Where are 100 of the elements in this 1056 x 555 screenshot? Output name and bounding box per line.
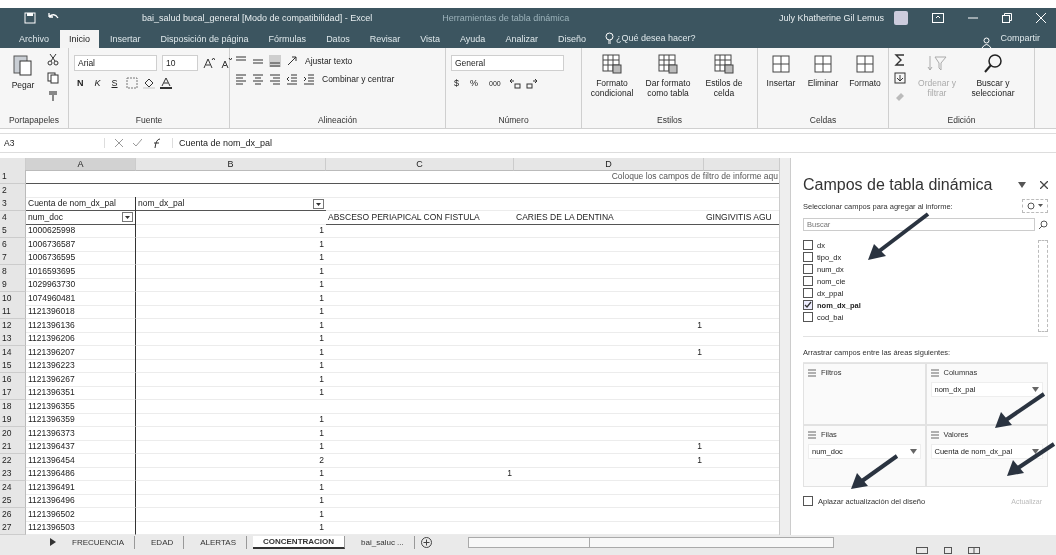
person-icon[interactable] <box>981 37 993 48</box>
close-icon[interactable] <box>1040 181 1048 189</box>
page-layout-icon[interactable] <box>942 547 954 554</box>
sheet-tab[interactable]: ALERTAS <box>190 535 247 549</box>
ribbon-tab[interactable]: Disposición de página <box>151 30 258 48</box>
number-format-field[interactable]: General <box>451 55 564 71</box>
row-header[interactable]: 21 <box>0 440 26 454</box>
caret-icon[interactable] <box>1032 387 1039 392</box>
caret-icon[interactable] <box>1032 449 1039 454</box>
underline-button[interactable]: S <box>108 78 121 88</box>
formula-field[interactable]: Cuenta de nom_dx_pal <box>172 138 1056 148</box>
checkbox[interactable] <box>803 496 813 506</box>
checkbox[interactable] <box>803 264 813 274</box>
sheet-tab[interactable]: CONCENTRACION <box>252 535 346 549</box>
ribbon-tab[interactable]: Vista <box>411 30 449 48</box>
page-break-icon[interactable] <box>968 547 980 554</box>
fill-icon[interactable] <box>894 72 906 84</box>
orientation-icon[interactable] <box>286 55 298 67</box>
checkbox[interactable] <box>803 300 813 310</box>
align-right-icon[interactable] <box>269 73 281 85</box>
ribbon-tab[interactable]: Inicio <box>60 30 100 48</box>
ribbon-tab[interactable]: Fórmulas <box>259 30 316 48</box>
ribbon-tab[interactable]: Insertar <box>101 30 150 48</box>
merge-center-button[interactable]: Combinar y centrar <box>320 74 397 84</box>
copy-icon[interactable] <box>47 72 59 84</box>
checkbox[interactable] <box>803 240 813 250</box>
column-header[interactable]: D <box>514 158 704 171</box>
align-left-icon[interactable] <box>235 73 247 85</box>
italic-button[interactable]: K <box>91 78 104 88</box>
decrease-indent-icon[interactable] <box>286 73 298 85</box>
row-header[interactable]: 5 <box>0 224 26 238</box>
caret-icon[interactable] <box>909 449 917 454</box>
align-bottom-icon[interactable] <box>269 55 281 67</box>
column-header[interactable]: B <box>136 158 326 171</box>
column-header[interactable]: A <box>26 158 136 171</box>
ribbon-tab[interactable]: Analizar <box>496 30 547 48</box>
cells-button[interactable]: Insertar <box>763 51 799 91</box>
row-header[interactable]: 1 <box>0 170 26 184</box>
row-header[interactable]: 11 <box>0 305 26 319</box>
filter-dropdown-icon[interactable] <box>313 198 324 209</box>
percent-button[interactable]: % <box>467 78 482 88</box>
cells-button[interactable]: Formato <box>847 51 883 91</box>
row-header[interactable]: 23 <box>0 467 26 481</box>
sheet-tab[interactable]: FRECUENCIA <box>62 535 135 549</box>
share-button[interactable]: Compartir <box>994 32 1046 44</box>
styles-button[interactable]: Estilos de celda <box>699 51 749 101</box>
row-header[interactable]: 17 <box>0 386 26 400</box>
add-sheet-icon[interactable] <box>420 536 432 548</box>
fill-color-icon[interactable] <box>142 77 155 89</box>
restore-icon[interactable] <box>1002 13 1012 23</box>
column-header[interactable]: C <box>326 158 514 171</box>
row-header[interactable]: 25 <box>0 494 26 508</box>
row-header[interactable]: 27 <box>0 521 26 535</box>
checkbox[interactable] <box>803 288 813 298</box>
function-icon[interactable] <box>152 138 162 148</box>
settings-button[interactable] <box>1022 199 1048 213</box>
row-header[interactable]: 7 <box>0 251 26 265</box>
sheet-tab[interactable]: EDAD <box>141 535 185 549</box>
decrease-decimal-icon[interactable] <box>525 77 538 89</box>
list-scrollbar[interactable] <box>1038 240 1048 332</box>
ribbon-tab[interactable]: Diseño <box>548 30 595 48</box>
save-icon[interactable] <box>24 12 36 24</box>
normal-view-icon[interactable] <box>916 547 928 554</box>
row-header[interactable]: 19 <box>0 413 26 427</box>
wrap-text-button[interactable]: Ajustar texto <box>303 56 355 66</box>
styles-button[interactable]: Formato condicional <box>587 51 637 101</box>
font-family-field[interactable]: Arial <box>74 55 157 71</box>
paste-button[interactable]: Pegar <box>5 51 41 93</box>
increase-decimal-icon[interactable] <box>508 77 521 89</box>
bold-button[interactable]: N <box>74 78 87 88</box>
scissors-icon[interactable] <box>47 54 59 66</box>
font-size-field[interactable]: 10 <box>162 55 198 71</box>
editing-button[interactable]: Buscar y seleccionar <box>968 51 1018 101</box>
ribbon-tab[interactable]: Revisar <box>360 30 410 48</box>
check-icon[interactable] <box>133 139 142 147</box>
name-box[interactable]: A3 <box>4 138 105 148</box>
row-header[interactable]: 13 <box>0 332 26 346</box>
cancel-icon[interactable] <box>115 139 123 147</box>
row-header[interactable]: 9 <box>0 278 26 292</box>
cells-button[interactable]: Eliminar <box>805 51 841 91</box>
format-painter-icon[interactable] <box>47 90 59 102</box>
checkbox[interactable] <box>803 252 813 262</box>
ribbon-tab[interactable]: Ayuda <box>451 30 495 48</box>
row-header[interactable]: 15 <box>0 359 26 373</box>
search-icon[interactable] <box>1038 219 1048 230</box>
caret-icon[interactable] <box>1018 182 1026 188</box>
horizontal-scrollbar[interactable] <box>467 536 834 548</box>
shrink-font-icon[interactable] <box>220 57 232 69</box>
ribbon-tab[interactable]: Archivo <box>10 30 58 48</box>
filter-dropdown-icon[interactable] <box>122 212 133 222</box>
font-color-icon[interactable] <box>159 77 172 89</box>
checkbox[interactable] <box>803 276 813 286</box>
row-header[interactable]: 3 <box>0 197 26 211</box>
ribbon-tab[interactable]: Datos <box>317 30 359 48</box>
align-center-icon[interactable] <box>252 73 264 85</box>
increase-indent-icon[interactable] <box>303 73 315 85</box>
styles-button[interactable]: Dar formato como tabla <box>643 51 693 101</box>
currency-button[interactable]: $ <box>451 78 462 88</box>
sheet-nav-icon[interactable] <box>50 538 56 546</box>
ribbon-display-icon[interactable] <box>932 13 944 23</box>
